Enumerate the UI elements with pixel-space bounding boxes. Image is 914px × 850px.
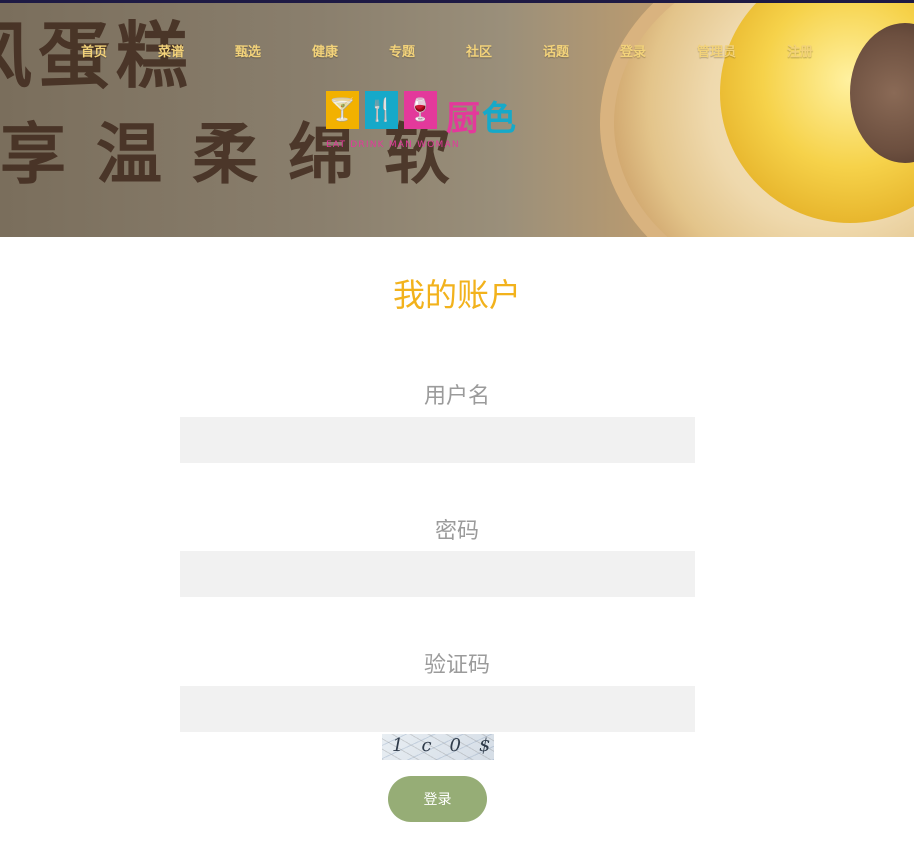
- cocktail-icon: 🍸: [328, 98, 357, 123]
- nav-item-selected[interactable]: 甄选: [235, 41, 261, 60]
- nav-item-recipes[interactable]: 菜谱: [158, 41, 184, 60]
- nav-item-discussions[interactable]: 话题: [543, 41, 569, 60]
- fork-icon: 🍴: [367, 98, 396, 123]
- captcha-image[interactable]: 1c0$: [382, 734, 494, 760]
- site-logo[interactable]: 🍸 🍴 🍷 厨色 EAT DRINK MAN WOMAN: [326, 91, 531, 153]
- nav-item-register[interactable]: 注册: [787, 41, 813, 60]
- username-label: 用户名: [423, 384, 490, 409]
- logo-tagline: EAT DRINK MAN WOMAN: [326, 140, 460, 150]
- hero-banner: 风蛋糕 享温柔绵软 首页 菜谱 甄选 健康 专题 社区 话题 登录 管理员 注册…: [0, 3, 914, 237]
- nav-item-topics[interactable]: 专题: [389, 41, 415, 60]
- nav-item-health[interactable]: 健康: [312, 41, 338, 60]
- top-navigation: 首页 菜谱 甄选 健康 专题 社区 话题 登录 管理员 注册: [0, 3, 914, 103]
- password-field[interactable]: [180, 551, 695, 597]
- nav-item-community[interactable]: 社区: [466, 41, 492, 60]
- login-button[interactable]: 登录: [388, 776, 487, 822]
- username-field[interactable]: [180, 417, 695, 463]
- captcha-field[interactable]: [180, 686, 695, 732]
- page-title: 我的账户: [392, 276, 521, 314]
- nav-item-admin[interactable]: 管理员: [697, 41, 736, 60]
- captcha-text: 1c0$: [392, 735, 490, 756]
- captcha-label: 验证码: [423, 653, 490, 678]
- wine-glass-icon: 🍷: [406, 98, 435, 123]
- nav-item-home[interactable]: 首页: [81, 41, 107, 60]
- nav-item-login[interactable]: 登录: [620, 41, 646, 60]
- logo-brand-part2: 色: [482, 99, 518, 139]
- password-label: 密码: [434, 519, 479, 544]
- logo-brand-text: 厨色: [446, 91, 518, 140]
- logo-brand-part1: 厨: [446, 99, 482, 139]
